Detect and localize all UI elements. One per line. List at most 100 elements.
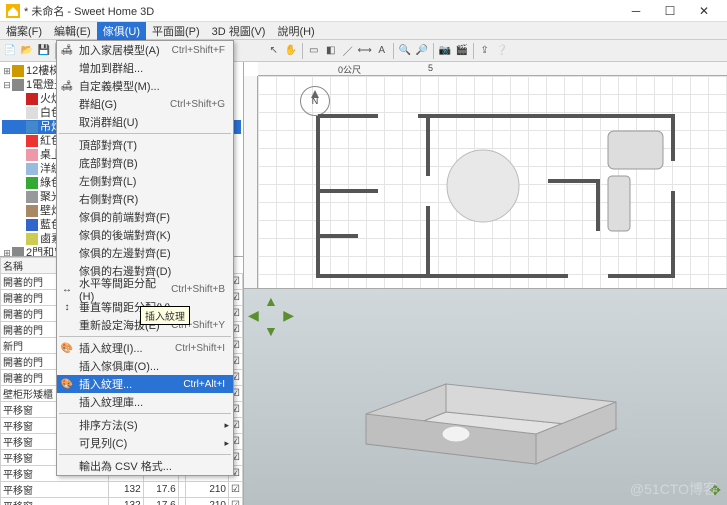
new-icon[interactable]: 📄 bbox=[2, 43, 18, 59]
menu-item-label: 傢俱的後端對齊(K) bbox=[79, 227, 171, 243]
menu-5[interactable]: 說明(H) bbox=[271, 22, 320, 40]
table-cell: 210 bbox=[185, 498, 228, 505]
menu-item-shortcut: Ctrl+Alt+I bbox=[183, 379, 225, 390]
table-cell: 平移窗 bbox=[1, 482, 109, 498]
menu-4[interactable]: 3D 視圖(V) bbox=[206, 22, 272, 40]
nav-rotate[interactable]: ▲ ▼ ◀ ▶ bbox=[250, 295, 292, 337]
wall-icon[interactable]: ▭ bbox=[306, 43, 322, 59]
tree-item-icon bbox=[26, 219, 38, 231]
photo-icon[interactable]: 📷 bbox=[437, 43, 453, 59]
table-cell: 210 bbox=[185, 482, 228, 498]
table-cell bbox=[178, 498, 185, 505]
expand-icon[interactable]: ⊞ bbox=[2, 246, 12, 256]
help-icon[interactable]: ❔ bbox=[494, 43, 510, 59]
visible-checkbox[interactable]: ☑ bbox=[229, 498, 243, 505]
visible-checkbox[interactable]: ☑ bbox=[229, 482, 243, 498]
ruler-zero: 0公尺 bbox=[338, 63, 361, 76]
tree-item-icon bbox=[26, 149, 38, 161]
open-icon[interactable]: 📂 bbox=[19, 43, 35, 59]
zoomin-icon[interactable]: 🔎 bbox=[414, 43, 430, 59]
ruler-horizontal: 0公尺 5 bbox=[258, 62, 727, 76]
3d-model bbox=[336, 334, 636, 484]
tree-item-icon bbox=[26, 205, 38, 217]
table-cell: 132 bbox=[108, 498, 143, 505]
menu-item[interactable]: 傢俱的後端對齊(K) bbox=[57, 226, 233, 244]
menu-item[interactable]: 頂部對齊(T) bbox=[57, 136, 233, 154]
watermark: @51CTO博客 bbox=[630, 479, 717, 499]
table-cell: 17.6 bbox=[143, 482, 178, 498]
menu-item[interactable]: 右側對齊(R) bbox=[57, 190, 233, 208]
close-button[interactable]: ✕ bbox=[687, 1, 721, 21]
tree-item-icon bbox=[26, 135, 38, 147]
minimize-button[interactable]: ─ bbox=[619, 1, 653, 21]
menu-item[interactable]: 🎨 插入紋理... Ctrl+Alt+I bbox=[57, 375, 233, 393]
menu-item-label: 底部對齊(B) bbox=[79, 155, 138, 171]
menu-item-label: 增加到群組... bbox=[79, 60, 143, 76]
menu-item-label: 群組(G) bbox=[79, 96, 117, 112]
menu-item-label: 頂部對齊(T) bbox=[79, 137, 137, 153]
menu-item-label: 插入傢俱庫(O)... bbox=[79, 358, 159, 374]
maximize-button[interactable]: ☐ bbox=[653, 1, 687, 21]
3d-view[interactable]: ▲ ▼ ◀ ▶ ✥ @51CTO博客 bbox=[244, 289, 727, 505]
video-icon[interactable]: 🎬 bbox=[454, 43, 470, 59]
window-title: * 未命名 - Sweet Home 3D bbox=[24, 3, 619, 19]
menu-item-shortcut: Ctrl+Shift+F bbox=[172, 45, 225, 56]
plan-view[interactable]: 0公尺 5 N bbox=[244, 62, 727, 289]
text-icon[interactable]: A bbox=[374, 43, 390, 59]
menu-item-label: 加入家居模型(A) bbox=[79, 42, 160, 58]
tree-item-icon bbox=[12, 79, 24, 91]
menu-item[interactable]: 增加到群組... bbox=[57, 59, 233, 77]
menu-item[interactable]: 群組(G) Ctrl+Shift+G bbox=[57, 95, 233, 113]
table-row[interactable]: 平移窗13217.6 210☑ bbox=[1, 482, 243, 498]
menu-item[interactable]: 取消群組(U) bbox=[57, 113, 233, 131]
menu-3[interactable]: 平面圖(P) bbox=[146, 22, 206, 40]
menu-1[interactable]: 編輯(E) bbox=[48, 22, 97, 40]
menu-item[interactable]: 左側對齊(L) bbox=[57, 172, 233, 190]
app-icon bbox=[6, 4, 20, 18]
floorplan-walls bbox=[258, 76, 718, 289]
menu-item-shortcut: Ctrl+Shift+B bbox=[171, 284, 225, 295]
menu-item-shortcut: Ctrl+Shift+G bbox=[170, 99, 225, 110]
menu-item-icon: 🎨 bbox=[60, 377, 74, 391]
menu-item[interactable]: 傢俱的前端對齊(F) bbox=[57, 208, 233, 226]
menu-item[interactable]: 🎨插入紋理(I)...Ctrl+Shift+I bbox=[57, 339, 233, 357]
tree-item-icon bbox=[12, 65, 24, 77]
polyline-icon[interactable]: ／ bbox=[340, 43, 356, 59]
menu-item[interactable]: 可見列(C) bbox=[57, 434, 233, 452]
menu-item[interactable]: 傢俱的左邊對齊(E) bbox=[57, 244, 233, 262]
table-cell: 132 bbox=[108, 482, 143, 498]
expand-icon[interactable]: ⊞ bbox=[2, 64, 12, 78]
furniture-menu-dropdown: 🛋加入家居模型(A)Ctrl+Shift+F增加到群組...🛋自定義模型(M).… bbox=[56, 40, 234, 476]
menu-item[interactable]: 底部對齊(B) bbox=[57, 154, 233, 172]
tree-item-icon bbox=[26, 177, 38, 189]
ruler-vertical bbox=[244, 76, 258, 288]
menu-item[interactable]: ↔水平等間距分配(H)Ctrl+Shift+B bbox=[57, 280, 233, 298]
dimension-icon[interactable]: ⟷ bbox=[357, 43, 373, 59]
menu-item[interactable]: 🛋自定義模型(M)... bbox=[57, 77, 233, 95]
save-icon[interactable]: 💾 bbox=[36, 43, 52, 59]
menu-item-shortcut: Ctrl+Shift+I bbox=[175, 343, 225, 354]
room-icon[interactable]: ◧ bbox=[323, 43, 339, 59]
menu-item[interactable]: 輸出為 CSV 格式... bbox=[57, 457, 233, 475]
pan-icon[interactable]: ✋ bbox=[283, 43, 299, 59]
zoomout-icon[interactable]: 🔍 bbox=[397, 43, 413, 59]
menu-item-label: 傢俱的前端對齊(F) bbox=[79, 209, 170, 225]
menu-2[interactable]: 傢俱(U) bbox=[97, 22, 146, 40]
menu-0[interactable]: 檔案(F) bbox=[0, 22, 48, 40]
menubar: 檔案(F)編輯(E)傢俱(U)平面圖(P)3D 視圖(V)說明(H) bbox=[0, 22, 727, 40]
menu-item-label: 自定義模型(M)... bbox=[79, 78, 160, 94]
menu-item[interactable]: 插入傢俱庫(O)... bbox=[57, 357, 233, 375]
select-icon[interactable]: ↖ bbox=[266, 43, 282, 59]
export-icon[interactable]: ⇪ bbox=[477, 43, 493, 59]
menu-item-icon: ↕ bbox=[60, 300, 74, 314]
menu-item[interactable]: 🛋加入家居模型(A)Ctrl+Shift+F bbox=[57, 41, 233, 59]
expand-icon[interactable]: ⊟ bbox=[2, 78, 12, 92]
menu-item-label: 插入紋理... bbox=[79, 376, 132, 392]
tree-item-icon bbox=[26, 93, 38, 105]
table-cell: 平移窗 bbox=[1, 498, 109, 505]
menu-item[interactable]: 插入紋理庫... bbox=[57, 393, 233, 411]
table-row[interactable]: 平移窗13217.6210☑ bbox=[1, 498, 243, 505]
menu-item-label: 排序方法(S) bbox=[79, 417, 138, 433]
table-cell bbox=[178, 482, 185, 498]
menu-item[interactable]: 排序方法(S) bbox=[57, 416, 233, 434]
